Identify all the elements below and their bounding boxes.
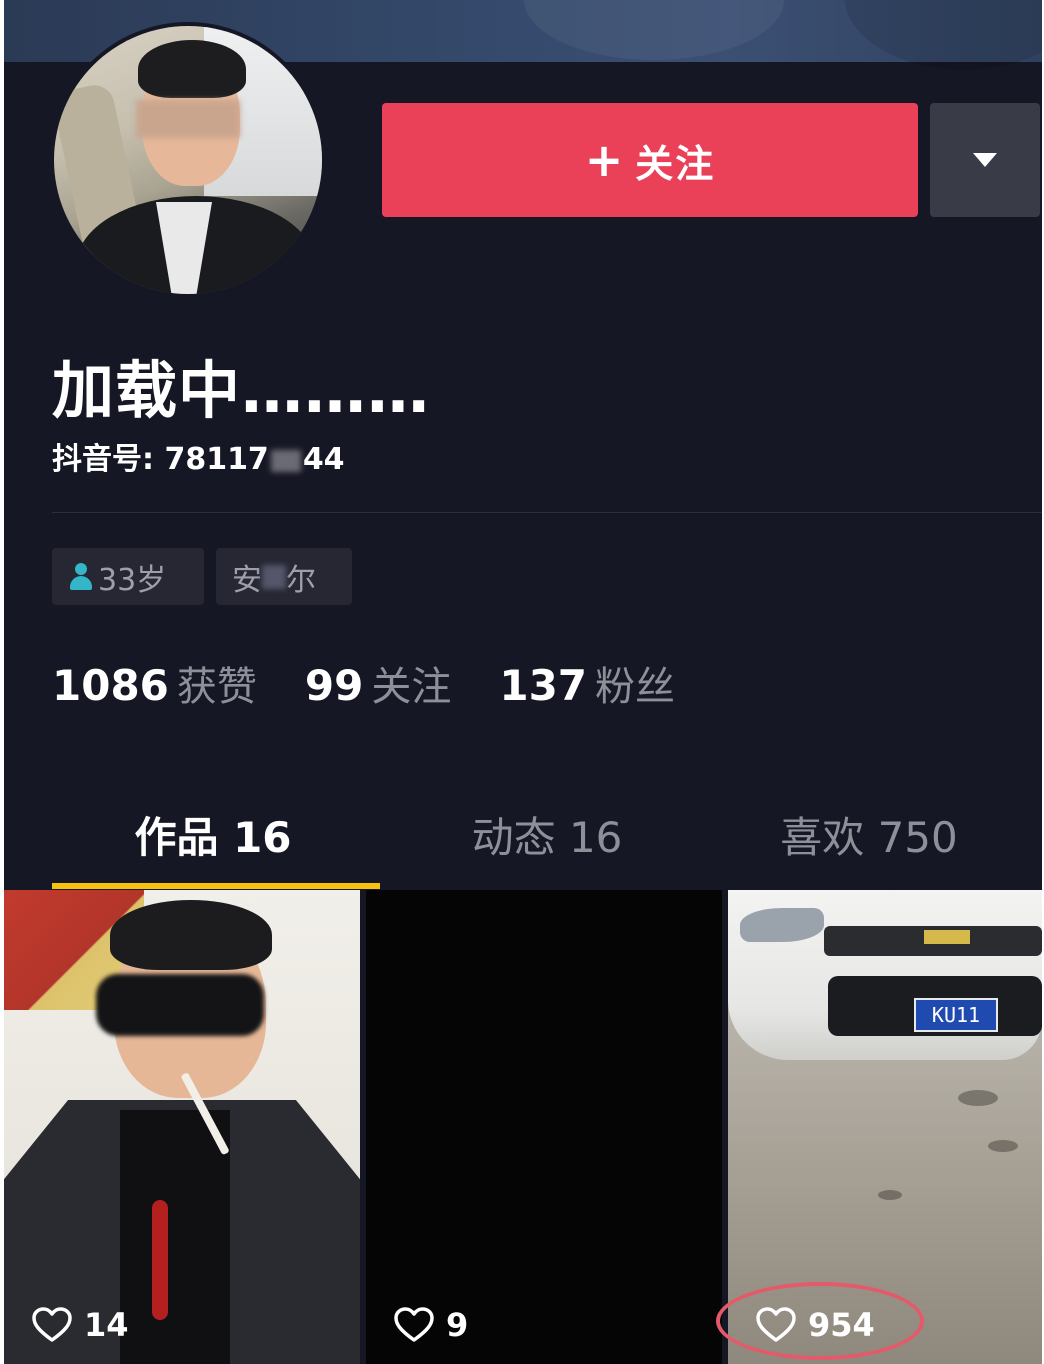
content-tabs: 作品 16 动态 16 喜欢 750 — [4, 780, 1042, 888]
tab-works[interactable]: 作品 16 — [40, 780, 386, 888]
avatar-photo — [54, 26, 322, 294]
follow-label: 关注 — [635, 141, 716, 186]
stat-likes[interactable]: 1086 获赞 — [52, 654, 257, 712]
stats-row: 1086 获赞 99 关注 137 粉丝 — [52, 654, 723, 712]
location-tag: 安尔 — [216, 548, 352, 605]
age-label: 33岁 — [98, 562, 167, 598]
video-thumbnail[interactable]: KU11 954 — [728, 890, 1042, 1364]
license-plate: KU11 — [914, 998, 998, 1032]
video-like-count: 14 — [32, 1306, 129, 1344]
active-tab-indicator — [52, 883, 380, 889]
tab-liked[interactable]: 喜欢 750 — [696, 780, 1042, 888]
heart-icon — [32, 1307, 72, 1342]
id-mosaic — [270, 449, 301, 472]
heart-icon — [394, 1307, 434, 1342]
location-mosaic — [262, 564, 286, 589]
video-like-count: 954 — [756, 1306, 875, 1344]
tab-activity[interactable]: 动态 16 — [374, 780, 720, 888]
profile-screen: + 关注 加载中……… 抖音号: 78117 44 33岁 安尔 1086 获赞 … — [4, 0, 1042, 1364]
face-mosaic — [96, 974, 264, 1036]
stat-followers[interactable]: 137 粉丝 — [499, 654, 675, 712]
age-tag: 33岁 — [52, 548, 204, 605]
video-thumbnail[interactable]: 14 — [4, 890, 360, 1364]
nickname: 加载中……… — [52, 354, 431, 427]
divider — [52, 512, 1042, 513]
douyin-id: 抖音号: 78117 44 — [52, 442, 345, 477]
follow-button[interactable]: + 关注 — [382, 103, 918, 217]
face-mosaic — [136, 100, 240, 138]
person-icon — [68, 562, 94, 591]
video-thumbnail[interactable]: 9 — [366, 890, 722, 1364]
stat-following[interactable]: 99 关注 — [305, 654, 451, 712]
more-dropdown-button[interactable] — [930, 103, 1040, 217]
avatar[interactable] — [50, 22, 326, 298]
heart-icon — [756, 1307, 796, 1342]
video-grid: 14 9 KU11 954 — [4, 890, 1042, 1364]
plus-icon: + — [584, 133, 626, 187]
video-like-count: 9 — [394, 1306, 468, 1344]
caret-down-icon — [973, 153, 997, 167]
